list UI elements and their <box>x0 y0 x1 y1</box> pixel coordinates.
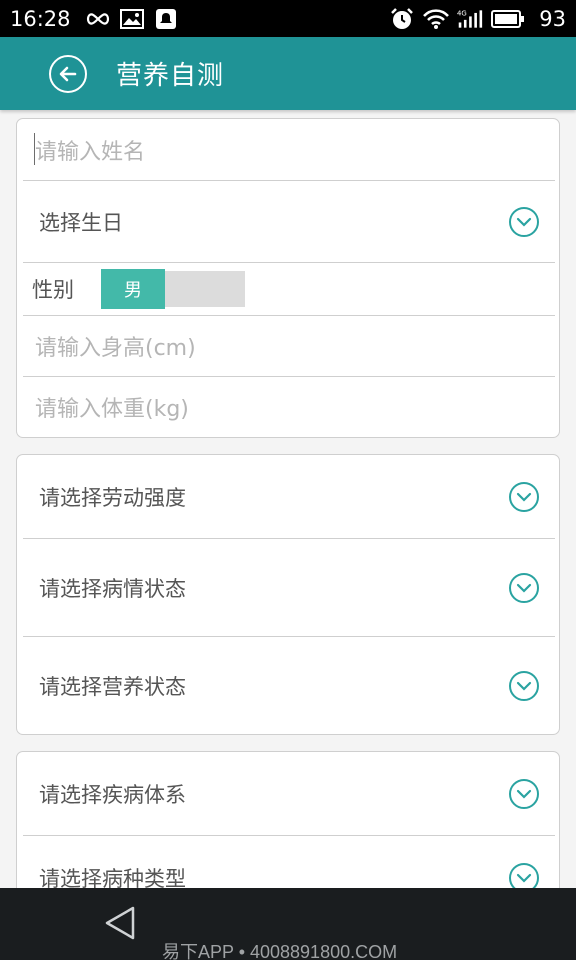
chevron-down-icon <box>509 778 539 809</box>
birthday-label: 选择生日 <box>39 210 123 235</box>
nav-back-icon[interactable] <box>104 906 136 944</box>
name-placeholder: 请输入姓名 <box>35 139 146 165</box>
height-placeholder: 请输入身高(cm) <box>35 336 196 361</box>
labor-intensity-label: 请选择劳动强度 <box>39 485 186 510</box>
status-card: 请选择劳动强度 请选择病情状态 请选择营养状态 <box>16 454 560 735</box>
birthday-select[interactable]: 选择生日 <box>23 181 555 263</box>
battery-icon <box>491 6 525 32</box>
status-time: 16:28 <box>10 6 71 31</box>
gender-option-female[interactable] <box>165 271 245 307</box>
disease-system-label: 请选择疾病体系 <box>39 782 186 807</box>
gender-label: 性别 <box>32 278 74 302</box>
weight-field[interactable]: 请输入体重(kg) <box>23 377 555 437</box>
text-cursor <box>34 133 35 165</box>
weight-placeholder: 请输入体重(kg) <box>35 397 189 422</box>
chevron-down-icon <box>509 572 539 603</box>
status-bar: 16:28 4G 93 <box>0 0 576 37</box>
svg-text:4G: 4G <box>457 9 467 17</box>
basic-info-card: 请输入姓名 选择生日 性别 男 请输入身高(cm) 请输入体重(kg) <box>16 118 560 438</box>
signal-4g-icon: 4G <box>457 6 483 32</box>
illness-state-select[interactable]: 请选择病情状态 <box>23 539 555 637</box>
labor-intensity-select[interactable]: 请选择劳动强度 <box>23 455 555 539</box>
notification-icon <box>153 6 179 32</box>
gender-toggle[interactable]: 男 <box>101 269 245 309</box>
chevron-down-icon <box>509 481 539 512</box>
status-right: 4G 93 <box>389 6 566 32</box>
chevron-down-icon <box>509 670 539 701</box>
name-field[interactable]: 请输入姓名 <box>23 119 555 181</box>
illness-state-label: 请选择病情状态 <box>39 576 186 601</box>
disease-system-select[interactable]: 请选择疾病体系 <box>23 752 555 836</box>
chevron-down-icon <box>509 206 539 237</box>
page-title: 营养自测 <box>116 61 225 91</box>
image-icon <box>119 6 145 32</box>
battery-level: 93 <box>539 6 566 31</box>
back-arrow-circle-icon[interactable] <box>49 54 87 93</box>
nutrition-state-label: 请选择营养状态 <box>39 674 186 699</box>
watermark-text: 易下APP • 4008891800.COM <box>162 942 398 960</box>
wifi-icon <box>423 6 450 32</box>
gender-option-male[interactable]: 男 <box>101 269 165 309</box>
alarm-icon <box>389 6 415 32</box>
infinity-icon <box>85 6 111 32</box>
nutrition-state-select[interactable]: 请选择营养状态 <box>23 637 555 734</box>
height-field[interactable]: 请输入身高(cm) <box>23 316 555 377</box>
app-header: 营养自测 <box>0 37 576 110</box>
gender-row: 性别 男 <box>23 263 555 316</box>
